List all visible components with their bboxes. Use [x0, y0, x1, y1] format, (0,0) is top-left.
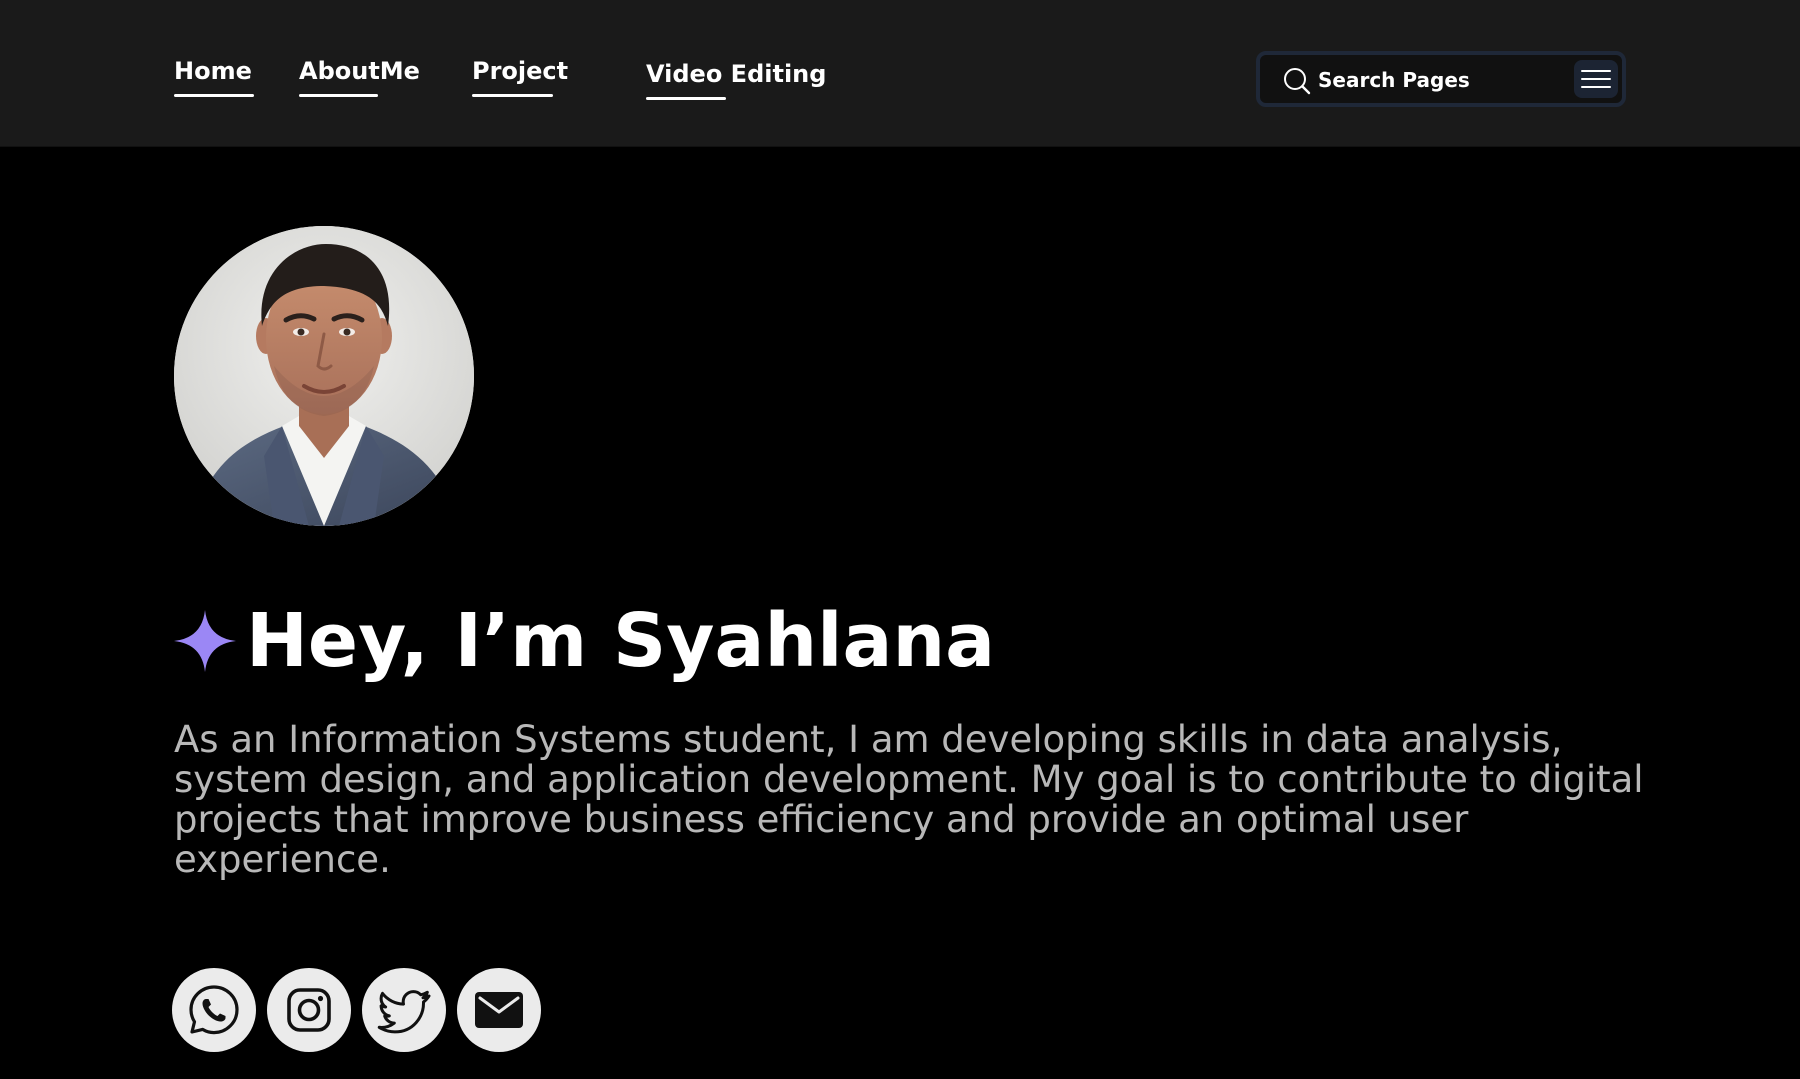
nav-link-aboutme-label: AboutMe: [299, 57, 420, 85]
search-pages-box[interactable]: Search Pages: [1256, 51, 1626, 107]
nav-underline: [646, 97, 726, 100]
nav-link-home[interactable]: Home: [174, 56, 254, 97]
email-button[interactable]: [457, 968, 541, 1052]
menu-icon: [1581, 70, 1611, 72]
nav-underline: [299, 94, 378, 97]
nav-underline: [174, 94, 254, 97]
page: Home AboutMe Project Video Editing Searc…: [0, 0, 1800, 1079]
hamburger-menu-button[interactable]: [1574, 60, 1618, 98]
search-icon: [1284, 68, 1311, 95]
nav-link-video-editing[interactable]: Video Editing: [646, 59, 827, 100]
instagram-button[interactable]: [267, 968, 351, 1052]
twitter-button[interactable]: [362, 968, 446, 1052]
portrait-image: [174, 226, 474, 526]
profile-avatar: [174, 226, 474, 526]
top-navbar: Home AboutMe Project Video Editing Searc…: [0, 0, 1800, 147]
nav-underline: [472, 94, 553, 97]
nav-link-video-editing-label: Video Editing: [646, 60, 827, 88]
hero-description: As an Information Systems student, I am …: [174, 718, 1644, 881]
mail-icon: [475, 992, 523, 1028]
nav-link-project-label: Project: [472, 57, 569, 85]
nav-link-aboutme[interactable]: AboutMe: [299, 56, 420, 97]
instagram-icon: [287, 988, 331, 1032]
twitter-icon: [377, 990, 431, 1034]
hero-title: Hey, I’m Syahlana: [246, 598, 996, 684]
nav-link-home-label: Home: [174, 57, 252, 85]
menu-icon: [1581, 86, 1611, 88]
search-pages-label: Search Pages: [1318, 68, 1470, 92]
nav-link-project[interactable]: Project: [472, 56, 569, 97]
menu-icon: [1581, 78, 1611, 80]
whatsapp-icon: [189, 985, 239, 1035]
whatsapp-button[interactable]: [172, 968, 256, 1052]
sparkle-icon: [174, 610, 236, 672]
